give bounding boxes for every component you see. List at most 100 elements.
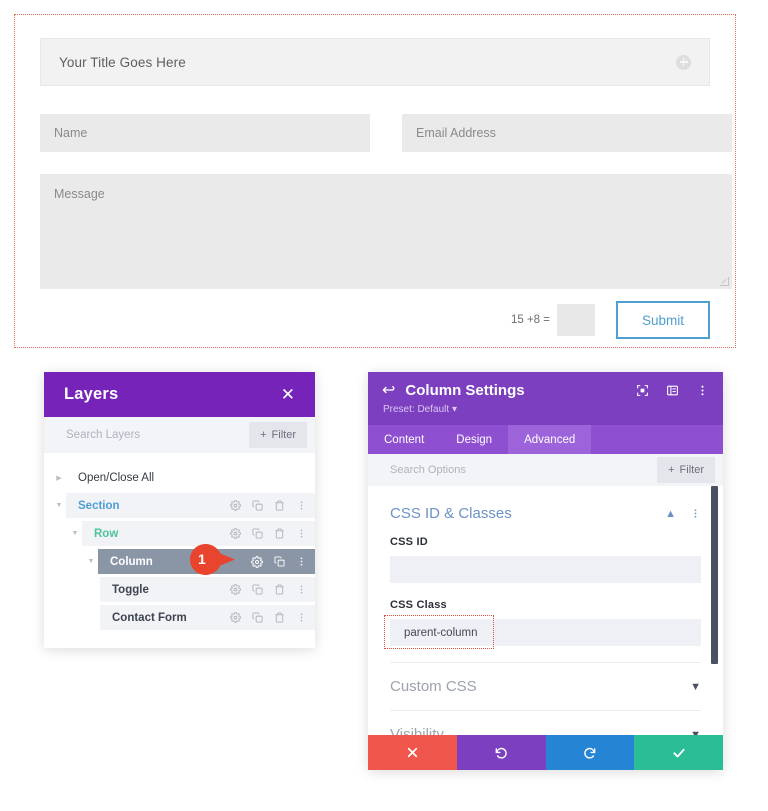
kebab-menu-icon[interactable] [296, 500, 307, 511]
layer-pill-row[interactable]: Row [82, 521, 315, 546]
layer-actions [230, 500, 307, 511]
kebab-menu-icon[interactable] [690, 508, 701, 519]
redo-icon [584, 747, 596, 759]
layers-panel-header: Layers ✕ [44, 372, 315, 417]
kebab-menu-icon[interactable] [296, 556, 307, 567]
layer-actions [230, 584, 307, 595]
back-arrow-icon[interactable]: ↩ [382, 382, 395, 399]
close-icon[interactable]: ✕ [281, 386, 295, 403]
caret-down-icon[interactable]: ▼ [84, 558, 98, 565]
message-textarea[interactable]: Message [40, 174, 732, 289]
duplicate-icon[interactable] [252, 528, 263, 539]
duplicate-icon[interactable] [274, 556, 285, 567]
caret-right-icon[interactable]: ▶ [52, 474, 66, 482]
settings-header-top-row: ↩ Column Settings [382, 382, 709, 399]
layer-row-section[interactable]: ▼ Section [44, 493, 315, 518]
trash-icon[interactable] [274, 612, 285, 623]
css-id-input[interactable] [390, 556, 701, 583]
submit-button[interactable]: Submit [616, 301, 710, 339]
kebab-menu-icon[interactable] [296, 612, 307, 623]
kebab-menu-icon[interactable] [696, 384, 709, 397]
css-class-input[interactable]: parent-column [390, 619, 701, 646]
layers-panel: Layers ✕ Search Layers + Filter ▶ Open/C… [44, 372, 315, 648]
gear-icon[interactable] [230, 584, 241, 595]
layer-actions [251, 555, 307, 568]
kebab-menu-icon[interactable] [296, 528, 307, 539]
search-layers-input[interactable]: Search Layers [66, 429, 249, 441]
chevron-up-icon[interactable]: ▲ [665, 508, 676, 520]
layers-panel-title: Layers [64, 385, 119, 403]
kebab-menu-icon[interactable] [296, 584, 307, 595]
css-id-label: CSS ID [390, 536, 428, 548]
caret-down-icon[interactable]: ▼ [68, 530, 82, 537]
gear-icon[interactable] [230, 500, 241, 511]
layer-pill-column[interactable]: Column [98, 549, 315, 574]
undo-button[interactable] [456, 735, 546, 770]
resize-handle-icon[interactable] [720, 277, 729, 286]
layers-tree: ▶ Open/Close All ▼ Section ▼ Row ▼ Colum… [44, 453, 315, 630]
group-header-css-id-classes[interactable]: CSS ID & Classes ▲ [390, 486, 701, 536]
layer-pill-section[interactable]: Section [66, 493, 315, 518]
caret-down-icon[interactable]: ▼ [52, 502, 66, 509]
preset-label: Preset: Default [383, 404, 450, 415]
chevron-down-icon: ▾ [451, 404, 457, 415]
options-filter-label: Filter [679, 464, 704, 476]
captcha-question-label: 15 +8 = [510, 314, 550, 326]
preset-selector[interactable]: Preset: Default ▾ [382, 404, 709, 415]
plus-icon: + [260, 429, 267, 441]
settings-panel-title: Column Settings [405, 382, 525, 399]
tab-design[interactable]: Design [440, 425, 508, 454]
chevron-down-icon[interactable]: ▼ [690, 681, 701, 693]
trash-icon[interactable] [274, 528, 285, 539]
cancel-button[interactable] [368, 735, 457, 770]
layer-row-toggle[interactable]: Toggle [44, 577, 315, 602]
settings-scrollbar[interactable] [711, 486, 718, 664]
layer-label: Section [78, 499, 120, 512]
gear-icon[interactable] [230, 528, 241, 539]
layer-row-column[interactable]: ▼ Column [44, 549, 315, 574]
open-close-all-label: Open/Close All [78, 471, 155, 484]
open-close-all-row[interactable]: ▶ Open/Close All [44, 465, 315, 490]
fullscreen-icon[interactable] [636, 384, 649, 397]
plus-circle-icon[interactable] [676, 54, 691, 70]
layers-filter-button[interactable]: + Filter [249, 422, 307, 448]
trash-icon[interactable] [274, 584, 285, 595]
group-header-custom-css[interactable]: Custom CSS ▼ [390, 663, 701, 710]
layers-filter-label: Filter [271, 429, 296, 441]
search-options-input[interactable]: Search Options [390, 464, 657, 476]
layer-pill-toggle[interactable]: Toggle [100, 577, 315, 602]
layer-actions [230, 528, 307, 539]
group-title: CSS ID & Classes [390, 505, 512, 522]
layer-label: Contact Form [112, 611, 187, 624]
duplicate-icon[interactable] [252, 612, 263, 623]
gear-icon[interactable] [251, 555, 263, 568]
column-settings-panel: ↩ Column Settings Preset: Default ▾ Cont… [368, 372, 723, 770]
redo-button[interactable] [545, 735, 635, 770]
layer-label: Column [110, 555, 153, 568]
undo-icon [495, 747, 507, 759]
duplicate-icon[interactable] [252, 584, 263, 595]
layer-row-contact-form[interactable]: Contact Form [44, 605, 315, 630]
layer-label: Row [94, 527, 119, 540]
layer-pill-contact-form[interactable]: Contact Form [100, 605, 315, 630]
layer-actions [230, 612, 307, 623]
trash-icon[interactable] [274, 500, 285, 511]
duplicate-icon[interactable] [252, 500, 263, 511]
email-input[interactable]: Email Address [402, 114, 732, 152]
captcha-answer-input[interactable] [557, 304, 595, 336]
contact-form-preview-highlight: Your Title Goes Here Name Email Address … [14, 14, 736, 348]
save-button[interactable] [634, 735, 723, 770]
settings-options-body: CSS ID & Classes ▲ CSS ID CSS Class pare… [368, 486, 723, 762]
options-filter-button[interactable]: + Filter [657, 457, 715, 483]
name-input[interactable]: Name [40, 114, 370, 152]
toggle-module-header[interactable]: Your Title Goes Here [40, 38, 710, 86]
layout-panel-icon[interactable] [666, 384, 679, 397]
settings-tabs: Content Design Advanced [368, 425, 723, 454]
toggle-title: Your Title Goes Here [59, 54, 186, 70]
gear-icon[interactable] [230, 612, 241, 623]
tab-content[interactable]: Content [368, 425, 440, 454]
layers-search-bar: Search Layers + Filter [44, 417, 315, 453]
layer-row-row[interactable]: ▼ Row [44, 521, 315, 546]
settings-footer-actions [368, 735, 723, 770]
tab-advanced[interactable]: Advanced [508, 425, 592, 454]
